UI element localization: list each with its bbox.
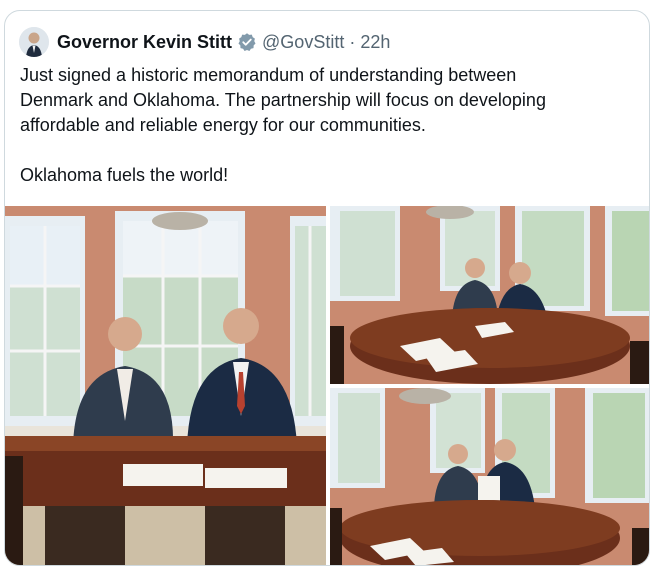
author-name[interactable]: Governor Kevin Stitt (57, 32, 232, 53)
tweet-text: Just signed a historic memorandum of und… (20, 63, 640, 188)
tweet-text-line: affordable and reliable energy for our c… (20, 115, 426, 135)
separator-dot: · (349, 31, 356, 52)
photo-officials-holding-signed-document[interactable] (330, 388, 649, 565)
media-grid (5, 206, 649, 565)
photo-two-officials-seated-at-table[interactable] (5, 206, 326, 565)
avatar[interactable] (19, 27, 49, 57)
tweet-header: Governor Kevin Stitt @GovStitt · 22h (19, 26, 390, 58)
verified-badge-icon (237, 32, 257, 52)
tweet-card[interactable]: Governor Kevin Stitt @GovStitt · 22h Jus… (4, 10, 650, 566)
tweet-text-line: Oklahoma fuels the world! (20, 165, 229, 185)
tweet-text-line: Just signed a historic memorandum of und… (20, 65, 517, 85)
media-right-column (330, 206, 649, 565)
tweet-timestamp[interactable]: 22h (360, 32, 390, 53)
author-handle[interactable]: @GovStitt (262, 32, 344, 53)
photo-officials-signing-wide-view[interactable] (330, 206, 649, 384)
tweet-text-line: Denmark and Oklahoma. The partnership wi… (20, 90, 546, 110)
